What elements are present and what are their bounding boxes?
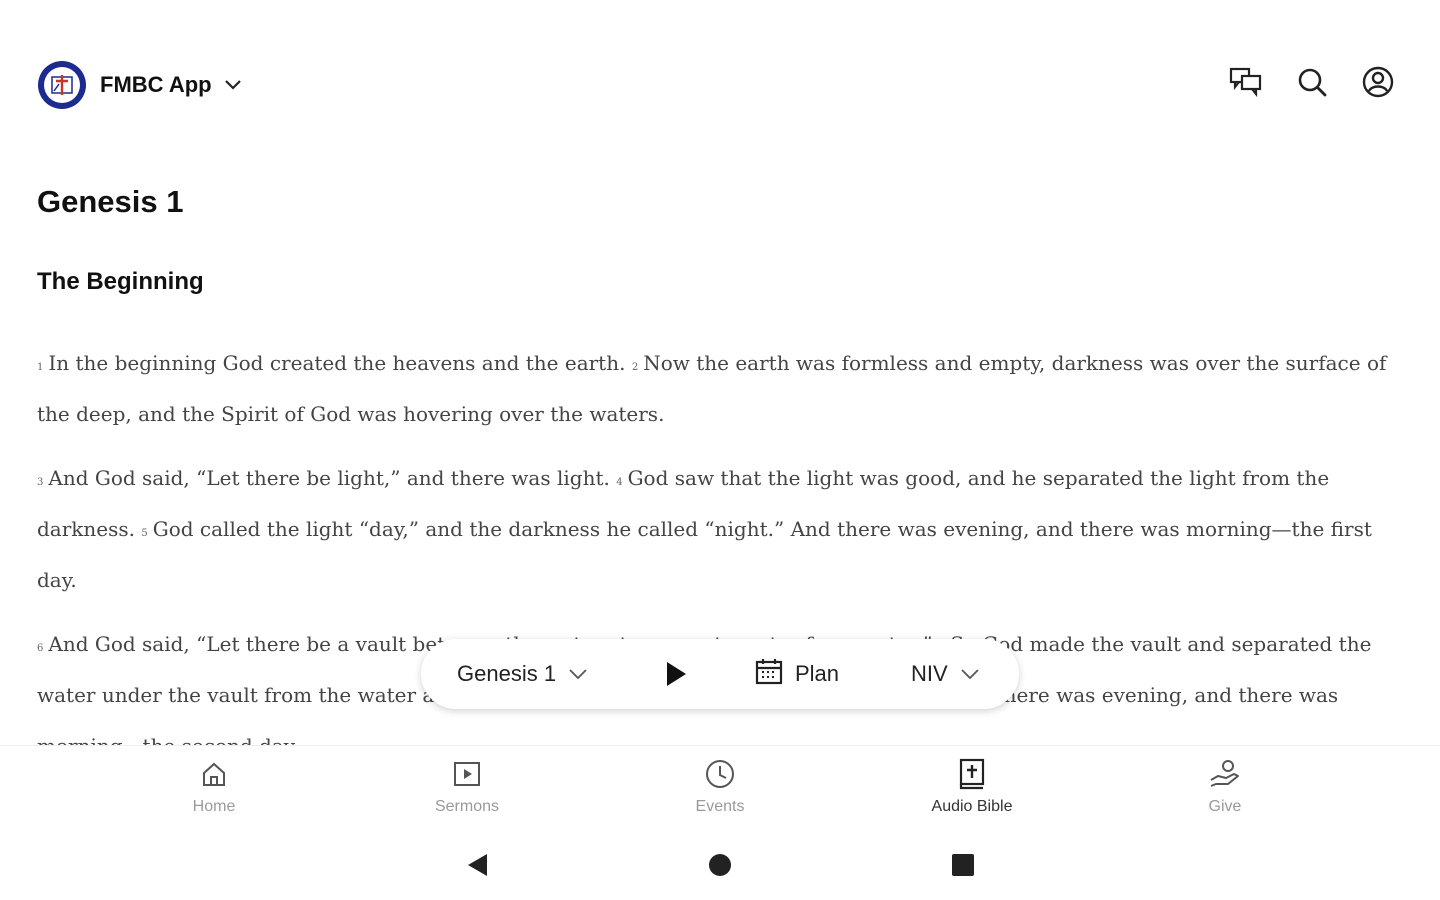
chevron-down-icon — [960, 668, 980, 680]
home-circle-icon[interactable] — [705, 850, 735, 880]
passage-paragraph: 3 And God said, “Let there be light,” and… — [37, 455, 1407, 603]
clock-icon — [704, 756, 736, 792]
chevron-down-icon — [224, 79, 242, 91]
app-name: FMBC App — [100, 72, 212, 97]
nav-item-audio-bible[interactable]: Audio Bible — [902, 756, 1042, 826]
nav-label: Audio Bible — [931, 798, 1013, 815]
nav-label: Home — [192, 798, 236, 815]
play-square-icon — [453, 756, 481, 792]
verse-number: 6 — [37, 643, 44, 654]
chapter-selector-label: Genesis 1 — [457, 661, 557, 686]
verse-number: 2 — [631, 362, 639, 373]
calendar-icon — [755, 657, 783, 691]
play-icon — [667, 662, 686, 686]
nav-item-give[interactable]: Give — [1155, 756, 1295, 826]
app-switcher[interactable]: FMBC App — [38, 60, 242, 110]
back-triangle-icon[interactable] — [462, 850, 492, 880]
audio-player-bar: Genesis 1 Plan NIV — [421, 639, 1019, 709]
play-button[interactable] — [661, 659, 691, 689]
verse-text[interactable]: In the beginning God created the heavens… — [48, 351, 625, 375]
account-icon[interactable] — [1360, 64, 1396, 100]
chevron-down-icon — [568, 668, 588, 680]
verse-number: 1 — [37, 362, 44, 373]
version-selector[interactable]: NIV — [911, 661, 980, 687]
chapter-selector[interactable]: Genesis 1 — [457, 661, 588, 687]
recents-square-icon[interactable] — [948, 850, 978, 880]
nav-label: Events — [695, 798, 745, 815]
give-icon — [1208, 756, 1242, 792]
passage-paragraph: 1 In the beginning God created the heaven… — [37, 340, 1407, 437]
chapter-title: Genesis 1 — [37, 184, 184, 219]
system-nav-bar — [0, 830, 1440, 900]
search-icon[interactable] — [1294, 64, 1330, 100]
verse-number: 5 — [141, 528, 148, 539]
version-label: NIV — [911, 661, 948, 686]
bottom-nav: Home Sermons Events Audio Bible Give — [0, 745, 1440, 831]
nav-label: Give — [1208, 798, 1242, 815]
chat-icon[interactable] — [1228, 64, 1264, 100]
plan-button[interactable]: Plan — [755, 657, 839, 691]
app-header: FMBC App — [0, 0, 1440, 150]
nav-item-events[interactable]: Events — [650, 756, 790, 826]
nav-label: Sermons — [434, 798, 500, 815]
verse-number: 3 — [37, 477, 44, 488]
plan-label: Plan — [795, 661, 840, 686]
book-plus-icon — [957, 756, 987, 792]
verse-text[interactable]: God called the light “day,” and the dark… — [37, 517, 1372, 592]
home-icon — [200, 756, 228, 792]
nav-item-sermons[interactable]: Sermons — [397, 756, 537, 826]
section-title: The Beginning — [37, 268, 204, 295]
church-logo-icon — [38, 61, 86, 109]
verse-number: 4 — [616, 477, 623, 488]
nav-item-home[interactable]: Home — [144, 756, 284, 826]
verse-text[interactable]: And God said, “Let there be light,” and … — [48, 466, 609, 490]
